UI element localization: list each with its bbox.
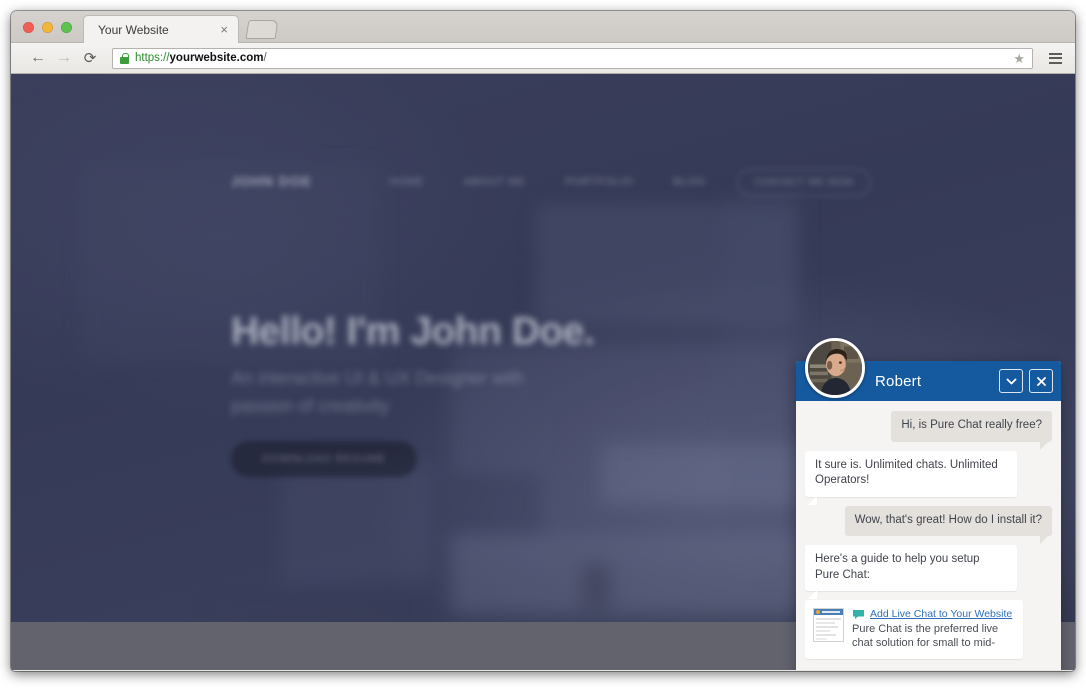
hero-cta-button[interactable]: DOWNLOAD RESUME: [231, 440, 417, 477]
address-bar[interactable]: https://yourwebsite.com/ ★: [112, 47, 1033, 69]
hero-copy: Hello! I'm John Doe. An interactive UI &…: [231, 310, 595, 477]
site-navigation: JOHN DOE HOME ABOUT ME PORTFOLIO BLOG CO…: [11, 166, 1075, 210]
chevron-down-glyph: [1006, 378, 1016, 384]
nav-link-blog[interactable]: BLOG: [673, 176, 706, 188]
chat-bubble-icon: [853, 609, 864, 619]
chat-header: Robert: [796, 338, 1061, 401]
avatar-photo: [808, 341, 862, 395]
chat-message-text: Hi, is Pure Chat really free?: [891, 411, 1052, 449]
site-nav-links: HOME ABOUT ME PORTFOLIO BLOG: [389, 176, 706, 188]
chat-link-preview[interactable]: Add Live Chat to Your Website Pure Chat …: [805, 600, 1052, 659]
chat-header-buttons: [999, 369, 1053, 393]
avatar: [805, 338, 865, 398]
hero-title: Hello! I'm John Doe.: [231, 310, 595, 353]
close-window-button[interactable]: [23, 22, 34, 33]
browser-tab[interactable]: Your Website ×: [83, 15, 239, 43]
url-scheme: https://: [135, 52, 170, 64]
window-controls: [23, 22, 72, 33]
link-card-title[interactable]: Add Live Chat to Your Website: [870, 608, 1012, 620]
bookmark-star-icon[interactable]: ★: [1013, 52, 1025, 65]
hero-subtitle: An interactive UI & UX Designer with pas…: [231, 368, 525, 416]
nav-link-about[interactable]: ABOUT ME: [464, 176, 525, 188]
back-icon[interactable]: ←: [25, 50, 51, 66]
page-viewport: JOHN DOE HOME ABOUT ME PORTFOLIO BLOG CO…: [11, 74, 1075, 670]
chat-message-list: Hi, is Pure Chat really free? It sure is…: [796, 401, 1061, 666]
nav-link-portfolio[interactable]: PORTFOLIO: [565, 176, 633, 188]
link-card-title-row[interactable]: Add Live Chat to Your Website: [852, 608, 1014, 620]
chat-message: Wow, that's great! How do I install it?: [805, 505, 1052, 544]
chat-agent-name: Robert: [875, 372, 922, 390]
menu-icon[interactable]: [1041, 52, 1069, 64]
browser-tabstrip: Your Website ×: [11, 11, 1075, 43]
site-logo[interactable]: JOHN DOE: [231, 173, 312, 189]
chat-message-text: Wow, that's great! How do I install it?: [844, 505, 1052, 544]
close-glyph: [1036, 376, 1046, 386]
browser-tab-title: Your Website: [98, 22, 169, 37]
chat-message-text: Here's a guide to help you setup Pure Ch…: [805, 545, 1017, 592]
chat-message: It sure is. Unlimited chats. Unlimited O…: [805, 450, 1052, 497]
maximize-window-button[interactable]: [61, 22, 72, 33]
thumbnail-image: [814, 609, 843, 642]
lock-icon: [120, 52, 129, 64]
url-host: yourwebsite.com: [169, 52, 264, 64]
browser-window: Your Website × ← → ⟳ https://yourwebsite…: [11, 11, 1075, 671]
link-card-thumbnail: [813, 608, 844, 643]
forward-icon[interactable]: →: [51, 50, 77, 66]
reload-icon[interactable]: ⟳: [77, 51, 103, 66]
chat-message: Here's a guide to help you setup Pure Ch…: [805, 545, 1052, 592]
browser-toolbar: ← → ⟳ https://yourwebsite.com/ ★: [11, 43, 1075, 74]
link-card[interactable]: Add Live Chat to Your Website Pure Chat …: [805, 600, 1023, 659]
chat-message-text: It sure is. Unlimited chats. Unlimited O…: [805, 450, 1017, 497]
tab-close-icon[interactable]: ×: [220, 23, 228, 36]
link-card-description: Pure Chat is the preferred live chat sol…: [852, 623, 999, 650]
chevron-down-icon[interactable]: [999, 369, 1023, 393]
chat-message: Hi, is Pure Chat really free?: [805, 411, 1052, 449]
url-path: /: [263, 52, 267, 64]
nav-cta-button[interactable]: CONTACT ME NOW: [737, 169, 871, 196]
chat-input-area: [796, 666, 1061, 670]
minimize-window-button[interactable]: [42, 22, 53, 33]
new-tab-button[interactable]: [245, 20, 279, 39]
address-bar-url: https://yourwebsite.com/: [135, 52, 267, 64]
nav-link-home[interactable]: HOME: [389, 176, 424, 188]
pure-chat-widget: Robert Hi, is Pure Chat really free? It …: [796, 338, 1061, 670]
close-icon[interactable]: [1029, 369, 1053, 393]
